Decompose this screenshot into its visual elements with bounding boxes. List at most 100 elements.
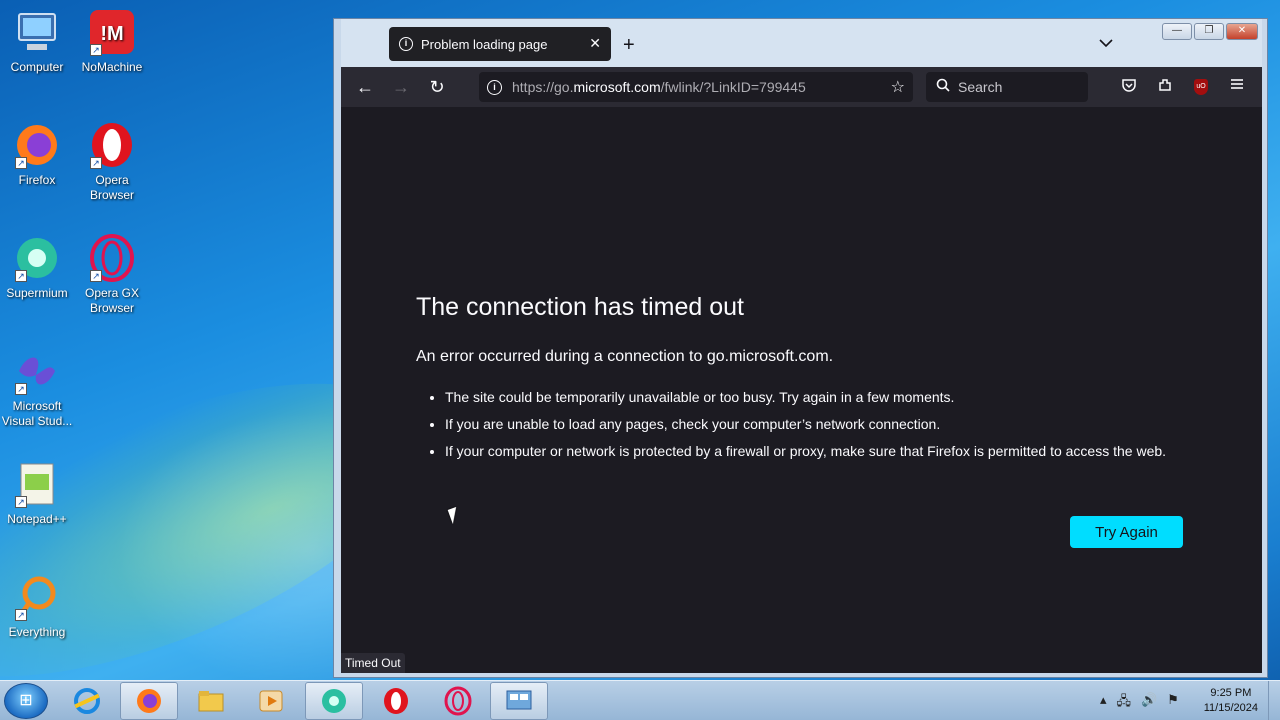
system-tray: ▴ 🖧 🔊 ⚑	[1100, 692, 1179, 714]
control-panel-icon	[506, 690, 532, 710]
desktop-icon-everything[interactable]: ↗ Everything	[0, 573, 74, 640]
url-path: /fwlink/?LinkID=799445	[660, 79, 806, 95]
folder-icon	[198, 691, 224, 712]
status-panel: Timed Out	[341, 653, 405, 673]
pocket-icon[interactable]	[1121, 77, 1137, 97]
taskbar: ⊞ ▴ 🖧 🔊 ⚑ 9:25 PM 11/15/2024	[0, 680, 1280, 720]
opera-gx-icon: ↗	[88, 234, 136, 282]
desktop-icon-label: Everything	[8, 625, 66, 639]
taskbar-internet-explorer[interactable]	[58, 682, 116, 720]
nomachine-icon: !M ↗	[88, 8, 136, 56]
desktop-icon-label: Supermium	[6, 286, 68, 300]
info-icon: i	[399, 37, 413, 51]
restore-button[interactable]: ❐	[1194, 23, 1224, 40]
reload-button[interactable]: ↻	[419, 77, 455, 98]
close-tab-icon[interactable]: ✕	[589, 35, 601, 52]
media-player-icon	[259, 690, 283, 712]
taskbar-opera[interactable]	[367, 682, 425, 720]
shortcut-arrow-icon: ↗	[90, 270, 102, 282]
error-suggestion-item: The site could be temporarily unavailabl…	[445, 387, 1187, 407]
desktop-icon-label: Notepad++	[7, 512, 67, 526]
desktop-icon-label: Opera GX Browser	[84, 286, 140, 315]
error-suggestion-item: If you are unable to load any pages, che…	[445, 414, 1187, 434]
start-button[interactable]: ⊞	[4, 683, 48, 719]
opera-icon	[384, 688, 408, 714]
shortcut-arrow-icon: ↗	[15, 270, 27, 282]
supermium-icon	[322, 689, 346, 713]
supermium-icon: ↗	[13, 234, 61, 282]
action-center-flag-icon[interactable]: ⚑	[1167, 692, 1179, 714]
window-close-button[interactable]: ✕	[1226, 23, 1258, 40]
error-title: The connection has timed out	[416, 293, 744, 321]
tab-title: Problem loading page	[421, 36, 548, 52]
desktop-icon-visual-studio[interactable]: ↗ Microsoft Visual Stud...	[0, 347, 74, 429]
network-icon[interactable]: 🖧	[1117, 692, 1132, 714]
taskbar-firefox[interactable]	[120, 682, 178, 720]
back-button[interactable]: ←	[347, 77, 383, 98]
tab-problem-loading[interactable]: i Problem loading page ✕	[389, 27, 611, 61]
desktop-icon-label: Firefox	[18, 173, 56, 187]
error-description: An error occurred during a connection to…	[416, 348, 834, 365]
desktop-icon-label: Computer	[10, 60, 64, 74]
desktop-icon-opera[interactable]: ↗ Opera Browser	[75, 121, 149, 203]
desktop-icon-label: NoMachine	[81, 60, 143, 74]
show-hidden-icons-icon[interactable]: ▴	[1100, 692, 1107, 714]
show-desktop-button[interactable]	[1268, 681, 1280, 720]
try-again-button[interactable]: Try Again	[1070, 516, 1183, 548]
tab-strip: i Problem loading page ✕ + — ❐ ✕	[341, 19, 1262, 67]
volume-icon[interactable]: 🔊	[1141, 692, 1157, 714]
svg-text:!M: !M	[100, 23, 123, 45]
ublock-origin-icon[interactable]: uO	[1194, 79, 1208, 95]
taskbar-control-panel[interactable]	[490, 682, 548, 720]
internet-explorer-icon	[74, 688, 100, 714]
notepad-plus-plus-icon: ↗	[13, 460, 61, 508]
shortcut-arrow-icon: ↗	[15, 609, 27, 621]
taskbar-clock[interactable]: 9:25 PM 11/15/2024	[1204, 686, 1258, 716]
visual-studio-icon: ↗	[13, 347, 61, 395]
extensions-icon[interactable]	[1157, 77, 1173, 97]
opera-gx-icon	[444, 686, 472, 716]
shortcut-arrow-icon: ↗	[15, 383, 27, 395]
opera-icon: ↗	[88, 121, 136, 169]
firefox-icon	[137, 689, 161, 713]
shortcut-arrow-icon: ↗	[90, 44, 102, 56]
bookmark-star-icon[interactable]: ☆	[891, 77, 905, 97]
forward-button[interactable]: →	[383, 77, 419, 98]
minimize-button[interactable]: —	[1162, 23, 1192, 40]
desktop-icon-nomachine[interactable]: !M ↗ NoMachine	[75, 8, 149, 75]
window-controls: — ❐ ✕	[1162, 23, 1258, 40]
desktop-icon-notepad-plus-plus[interactable]: ↗ Notepad++	[0, 460, 74, 527]
desktop-icon-computer[interactable]: Computer	[0, 8, 74, 75]
shortcut-arrow-icon: ↗	[90, 157, 102, 169]
desktop-icon-firefox[interactable]: ↗ Firefox	[0, 121, 74, 188]
desktop-icon-supermium[interactable]: ↗ Supermium	[0, 234, 74, 301]
search-bar[interactable]: Search	[926, 72, 1088, 102]
page-content: The connection has timed out An error oc…	[341, 107, 1262, 673]
clock-date: 11/15/2024	[1203, 702, 1258, 714]
site-info-icon[interactable]: i	[487, 79, 502, 95]
url-bar[interactable]: i https://go. microsoft.com/fwlink/?LinkI…	[479, 72, 913, 102]
firefox-window: i Problem loading page ✕ + — ❐ ✕ ← → ↻ i…	[333, 18, 1268, 678]
desktop-icon-label: Opera Browser	[89, 173, 134, 202]
firefox-icon: ↗	[13, 121, 61, 169]
search-placeholder: Search	[958, 79, 1003, 95]
list-all-tabs-button[interactable]	[1099, 35, 1113, 51]
error-suggestions: The site could be temporarily unavailabl…	[445, 387, 1187, 468]
menu-hamburger-icon[interactable]	[1230, 77, 1244, 95]
taskbar-opera-gx[interactable]	[429, 682, 487, 720]
taskbar-supermium[interactable]	[305, 682, 363, 720]
everything-icon: ↗	[13, 573, 61, 621]
taskbar-explorer[interactable]	[182, 682, 240, 720]
shortcut-arrow-icon: ↗	[15, 157, 27, 169]
clock-time: 9:25 PM	[1210, 687, 1252, 699]
search-icon	[936, 78, 950, 96]
url-prefix: https://go.	[512, 79, 574, 95]
desktop-icon-opera-gx[interactable]: ↗ Opera GX Browser	[75, 234, 149, 316]
new-tab-button[interactable]: +	[623, 34, 635, 57]
ublock-badge: uO	[1196, 83, 1206, 90]
taskbar-media-player[interactable]	[242, 682, 300, 720]
navigation-toolbar: ← → ↻ i https://go. microsoft.com/fwlink/…	[341, 67, 1262, 107]
url-host: microsoft.com	[573, 79, 661, 95]
shortcut-arrow-icon: ↗	[15, 496, 27, 508]
computer-icon	[13, 8, 61, 56]
